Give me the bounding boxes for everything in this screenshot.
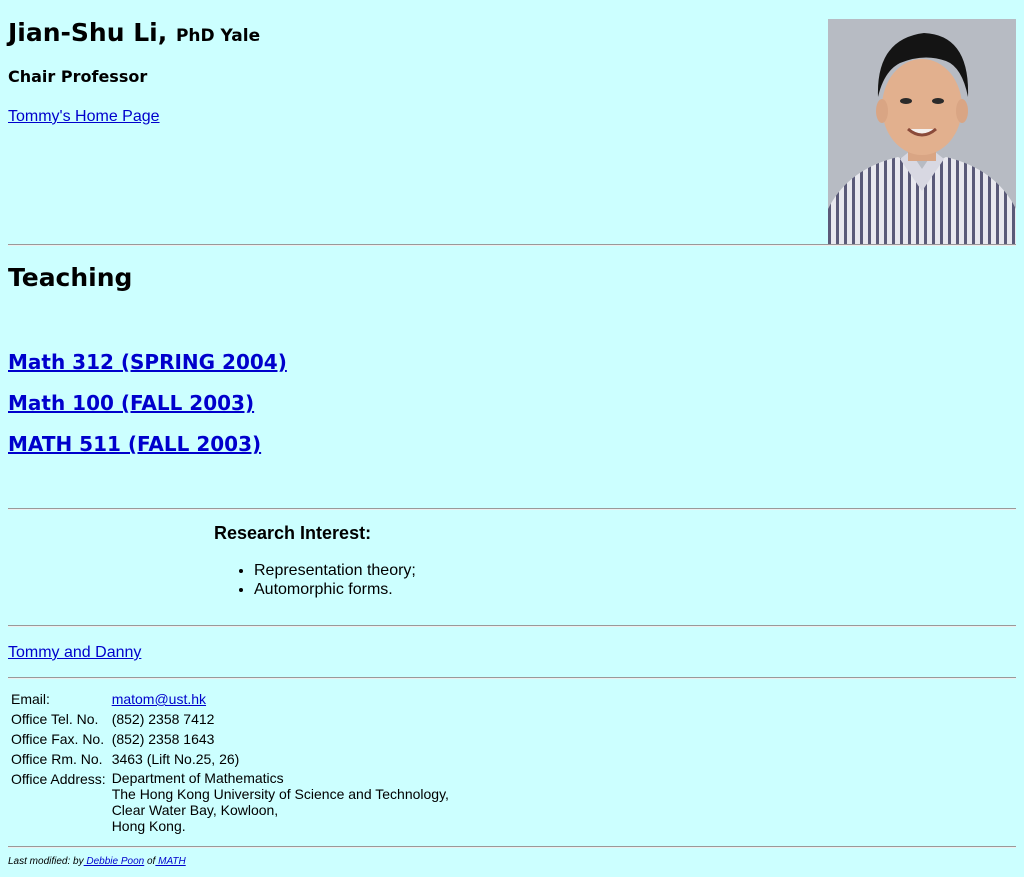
degree: PhD Yale: [175, 26, 261, 46]
divider: [8, 625, 1016, 627]
course-link-math-100[interactable]: Math 100 (FALL 2003): [8, 391, 254, 415]
address-line: Clear Water Bay, Kowloon,: [111, 802, 279, 818]
research-list: Representation theory; Automorphic forms…: [214, 561, 416, 599]
position-title: Chair Professor: [8, 67, 148, 86]
tel-label: Office Tel. No.: [11, 711, 99, 727]
address-label: Office Address:: [11, 771, 106, 787]
course-link-math-511[interactable]: MATH 511 (FALL 2003): [8, 432, 261, 456]
teaching-heading: Teaching: [8, 263, 133, 292]
math-dept-link[interactable]: MATH: [155, 856, 186, 867]
divider: [8, 244, 1016, 246]
room-label: Office Rm. No.: [11, 751, 103, 767]
footer-prefix: Last modified: by: [8, 856, 84, 867]
person-name: Jian-Shu Li,: [8, 18, 168, 47]
research-item: Automorphic forms.: [254, 580, 416, 599]
fax-label: Office Fax. No.: [11, 731, 105, 747]
divider: [8, 677, 1016, 679]
divider: [8, 508, 1016, 510]
email-link[interactable]: matom@ust.hk: [112, 691, 206, 707]
table-row: Office Address: Department of Mathematic…: [8, 769, 452, 835]
last-modified-footer: Last modified: by Debbie Poon of MATH: [8, 856, 186, 867]
fax-value: (852) 2358 1643: [111, 731, 215, 747]
email-label: Email:: [11, 691, 50, 707]
address-line: Hong Kong.: [111, 818, 186, 834]
contact-table: Email: matom@ust.hk Office Tel. No. (852…: [8, 689, 452, 835]
address-line: The Hong Kong University of Science and …: [111, 786, 449, 802]
table-row: Office Rm. No. 3463 (Lift No.25, 26): [8, 749, 452, 769]
table-row: Office Tel. No. (852) 2358 7412: [8, 709, 452, 729]
footer-of: of: [144, 856, 156, 867]
room-value: 3463 (Lift No.25, 26): [111, 751, 240, 767]
author-link[interactable]: Debbie Poon: [84, 856, 144, 867]
course-link-math-312[interactable]: Math 312 (SPRING 2004): [8, 350, 287, 374]
address-line: Department of Mathematics: [111, 770, 284, 786]
home-page-link[interactable]: Tommy's Home Page: [8, 108, 160, 126]
research-heading: Research Interest:: [214, 523, 372, 543]
divider: [8, 846, 1016, 848]
table-row: Office Fax. No. (852) 2358 1643: [8, 729, 452, 749]
address-value: Department of Mathematics The Hong Kong …: [109, 769, 452, 835]
research-item: Representation theory;: [254, 561, 416, 580]
tel-value: (852) 2358 7412: [111, 711, 215, 727]
profile-photo: [828, 19, 1016, 245]
tommy-and-danny-link[interactable]: Tommy and Danny: [8, 644, 141, 662]
name-heading: Jian-Shu Li, PhD Yale: [8, 16, 260, 53]
table-row: Email: matom@ust.hk: [8, 689, 452, 709]
page: Jian-Shu Li, PhD Yale Chair Professor To…: [0, 0, 1024, 877]
